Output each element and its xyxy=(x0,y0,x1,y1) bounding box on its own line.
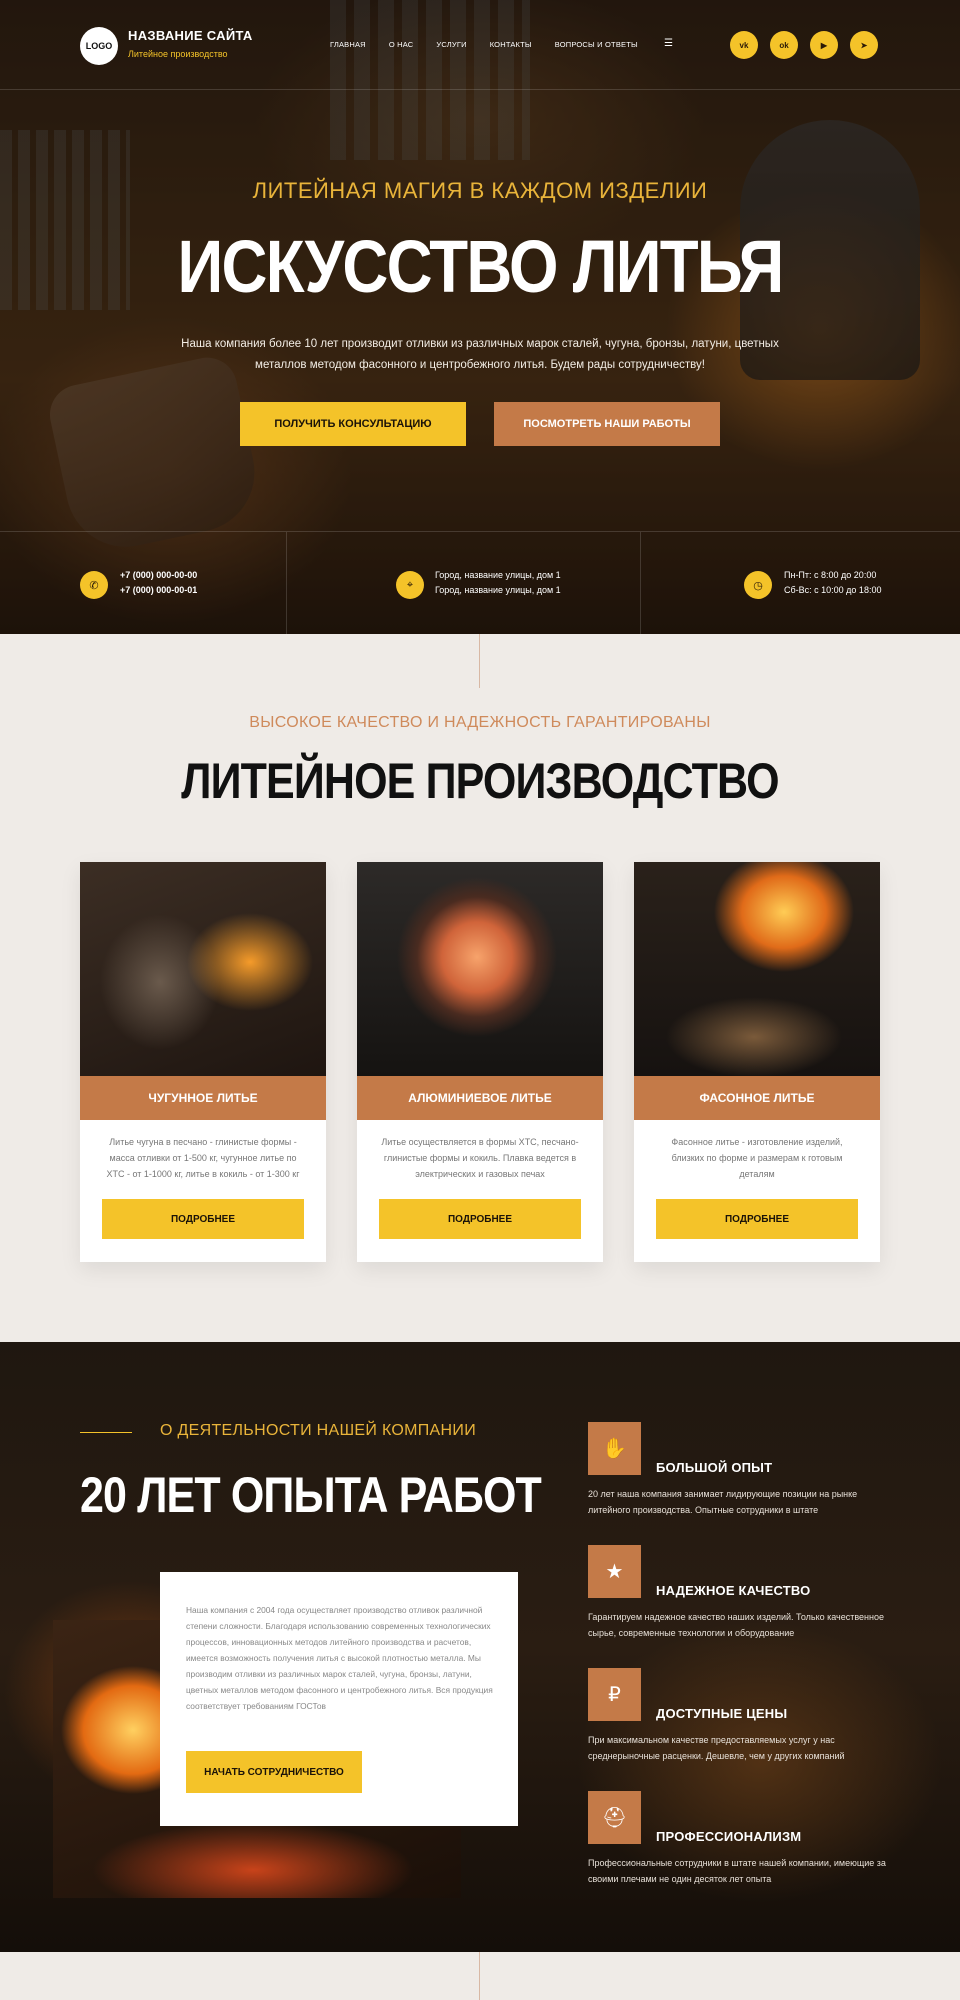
menu-item-faq[interactable]: ВОПРОСЫ И ОТВЕТЫ xyxy=(555,40,638,49)
contact-info-bar: ✆ +7 (000) 000-00-00 +7 (000) 000-00-01 … xyxy=(0,531,960,634)
feature-text: Профессиональные сотрудники в штате наше… xyxy=(588,1858,886,1884)
feature-text: Гарантируем надежное качество наших изде… xyxy=(588,1612,885,1638)
feature-title: НАДЕЖНОЕ КАЧЕСТВО xyxy=(656,1583,811,1598)
logo[interactable]: LOGO xyxy=(80,27,118,65)
social-links: vk ok ▶ ➤ xyxy=(730,31,878,59)
menu-burger-icon[interactable]: ☰ xyxy=(664,38,673,49)
kicker-line xyxy=(80,1432,132,1433)
view-works-button[interactable]: ПОСМОТРЕТЬ НАШИ РАБОТЫ xyxy=(494,402,720,446)
card-description: Литье осуществляется в формы ХТС, песчан… xyxy=(381,1137,579,1179)
hero-title: ИСКУССТВО ЛИТЬЯ xyxy=(177,225,784,308)
service-card: ФАСОННОЕ ЛИТЬЕ Фасонное литье - изготовл… xyxy=(634,862,880,1262)
production-title: ЛИТЕЙНОЕ ПРОИЗВОДСТВО xyxy=(181,753,779,809)
details-button[interactable]: ПОДРОБНЕЕ xyxy=(656,1199,858,1239)
details-button[interactable]: ПОДРОБНЕЕ xyxy=(102,1199,304,1239)
site-subtitle: Литейное производство xyxy=(128,49,228,59)
feature-title: ДОСТУПНЫЕ ЦЕНЫ xyxy=(656,1706,788,1721)
top-navigation: LOGO НАЗВАНИЕ САЙТА Литейное производств… xyxy=(0,0,960,90)
service-card: ЧУГУННОЕ ЛИТЬЕ Литье чугуна в песчано - … xyxy=(80,862,326,1262)
phone-icon: ✆ xyxy=(80,571,108,599)
get-consultation-button[interactable]: ПОЛУЧИТЬ КОНСУЛЬТАЦИЮ xyxy=(240,402,466,446)
card-description: Фасонное литье - изготовление изделий, б… xyxy=(671,1137,843,1179)
address-2: Город, название улицы, дом 1 xyxy=(435,585,561,595)
shaped-casting-image xyxy=(634,862,880,1076)
card-description: Литье чугуна в песчано - глинистые формы… xyxy=(106,1137,300,1179)
feature-text: При максимальном качестве предоставляемы… xyxy=(588,1735,845,1761)
feature-title: ПРОФЕССИОНАЛИЗМ xyxy=(656,1829,802,1844)
menu-item-about[interactable]: О НАС xyxy=(389,40,414,49)
info-divider xyxy=(640,532,641,634)
start-cooperation-button[interactable]: НАЧАТЬ СОТРУДНИЧЕСТВО xyxy=(186,1751,362,1793)
about-text: Наша компания с 2004 года осуществляет п… xyxy=(186,1605,493,1711)
phone-1[interactable]: +7 (000) 000-00-00 xyxy=(120,568,197,583)
hero-description: Наша компания более 10 лет производит от… xyxy=(181,338,779,371)
card-title: ЧУГУННОЕ ЛИТЬЕ xyxy=(80,1076,326,1120)
address-1: Город, название улицы, дом 1 xyxy=(435,570,561,580)
hours-weekend: Сб-Вс: с 10:00 до 18:00 xyxy=(784,585,882,595)
hours-weekdays: Пн-Пт: с 8:00 до 20:00 xyxy=(784,570,877,580)
card-title: АЛЮМИНИЕВОЕ ЛИТЬЕ xyxy=(357,1076,603,1120)
production-kicker: ВЫСОКОЕ КАЧЕСТВО И НАДЕЖНОСТЬ ГАРАНТИРОВ… xyxy=(249,714,711,731)
menu-item-services[interactable]: УСЛУГИ xyxy=(436,40,466,49)
menu-item-contacts[interactable]: КОНТАКТЫ xyxy=(490,40,532,49)
worker-icon: ⛑ xyxy=(588,1791,641,1844)
phone-2[interactable]: +7 (000) 000-00-01 xyxy=(120,583,197,598)
coins-icon: ₽ xyxy=(588,1668,641,1721)
cast-iron-image xyxy=(80,862,326,1076)
site-name[interactable]: НАЗВАНИЕ САЙТА xyxy=(128,28,253,43)
feature-title: БОЛЬШОЙ ОПЫТ xyxy=(656,1460,773,1475)
card-title: ФАСОННОЕ ЛИТЬЕ xyxy=(634,1076,880,1120)
hero-kicker: ЛИТЕЙНАЯ МАГИЯ В КАЖДОМ ИЗДЕЛИИ xyxy=(252,178,708,203)
about-kicker: О ДЕЯТЕЛЬНОСТИ НАШЕЙ КОМПАНИИ xyxy=(160,1422,476,1439)
details-button[interactable]: ПОДРОБНЕЕ xyxy=(379,1199,581,1239)
service-card: АЛЮМИНИЕВОЕ ЛИТЬЕ Литье осуществляется в… xyxy=(357,862,603,1262)
next-section-start xyxy=(0,1952,960,2000)
info-divider xyxy=(286,532,287,634)
about-text-box: Наша компания с 2004 года осуществляет п… xyxy=(160,1572,518,1826)
section-divider xyxy=(479,1952,480,2000)
ok-icon[interactable]: ok xyxy=(770,31,798,59)
vk-icon[interactable]: vk xyxy=(730,31,758,59)
menu-item-home[interactable]: ГЛАВНАЯ xyxy=(330,40,366,49)
aluminium-image xyxy=(357,862,603,1076)
hand-gear-icon: ✋ xyxy=(588,1422,641,1475)
main-menu: ГЛАВНАЯ О НАС УСЛУГИ КОНТАКТЫ ВОПРОСЫ И … xyxy=(330,40,638,49)
youtube-icon[interactable]: ▶ xyxy=(810,31,838,59)
clock-icon: ◷ xyxy=(744,571,772,599)
about-title: 20 ЛЕТ ОПЫТА РАБОТ xyxy=(80,1467,542,1523)
section-divider xyxy=(479,634,480,688)
feature-text: 20 лет наша компания занимает лидирующие… xyxy=(588,1489,858,1515)
telegram-icon[interactable]: ➤ xyxy=(850,31,878,59)
hero-section: LOGO НАЗВАНИЕ САЙТА Литейное производств… xyxy=(0,0,960,634)
location-icon: ⌖ xyxy=(396,571,424,599)
award-icon: ★ xyxy=(588,1545,641,1598)
